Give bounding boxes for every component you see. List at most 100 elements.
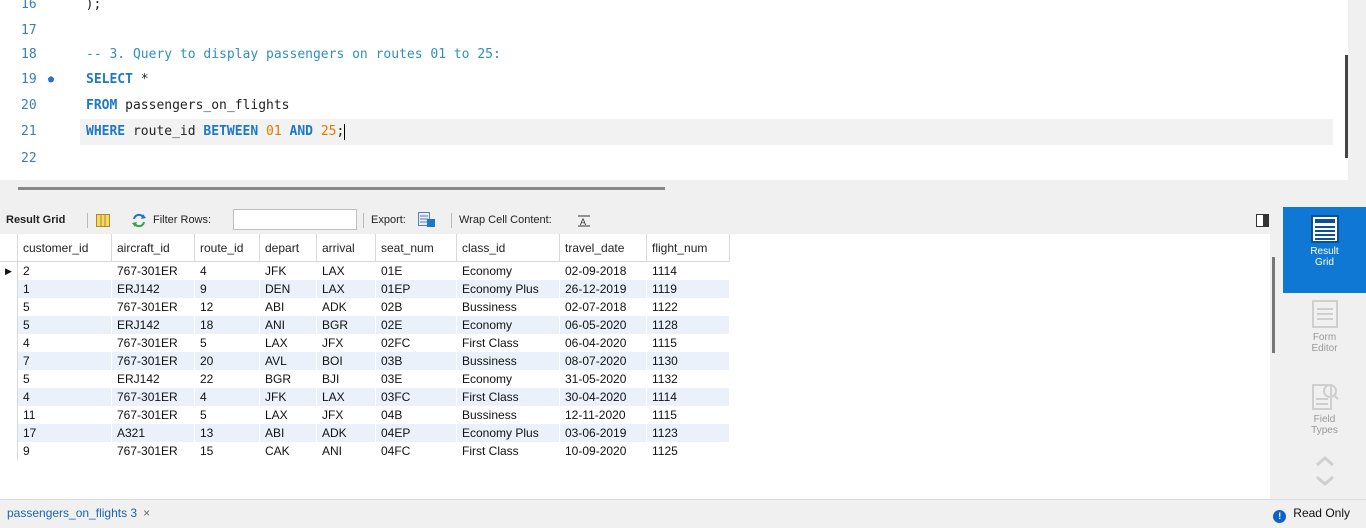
table-cell[interactable]: ERJ142 xyxy=(111,316,195,334)
table-cell[interactable]: AVL xyxy=(259,352,317,370)
table-cell[interactable]: 04FC xyxy=(375,442,457,460)
table-cell[interactable]: 02-07-2018 xyxy=(559,298,647,316)
table-row[interactable]: 5 767-301ER 12 ABI ADK 02B Bussiness 02-07-2018… xyxy=(0,298,730,316)
table-cell[interactable]: 12 xyxy=(194,298,260,316)
table-cell[interactable]: 06-04-2020 xyxy=(559,334,647,352)
table-cell[interactable]: 9 xyxy=(17,442,112,460)
editor-horizontal-scrollbar[interactable] xyxy=(18,187,665,190)
table-cell[interactable]: BGR xyxy=(259,370,317,388)
column-header[interactable]: travel_date xyxy=(559,234,647,262)
table-cell[interactable]: 1123 xyxy=(646,424,730,442)
table-cell[interactable]: 1115 xyxy=(646,406,730,424)
row-header[interactable] xyxy=(0,370,18,388)
table-cell[interactable]: 03-06-2019 xyxy=(559,424,647,442)
table-cell[interactable]: 1122 xyxy=(646,298,730,316)
table-cell[interactable]: 26-12-2019 xyxy=(559,280,647,298)
side-scroll-down-button[interactable] xyxy=(1283,475,1366,491)
column-header[interactable]: depart xyxy=(259,234,317,262)
table-cell[interactable]: ABI xyxy=(259,298,317,316)
column-header[interactable]: seat_num xyxy=(375,234,457,262)
table-cell[interactable]: 03E xyxy=(375,370,457,388)
column-header[interactable]: flight_num xyxy=(646,234,730,262)
table-cell[interactable]: 9 xyxy=(194,280,260,298)
table-cell[interactable]: JFX xyxy=(316,406,376,424)
table-cell[interactable]: 4 xyxy=(17,388,112,406)
table-cell[interactable]: 5 xyxy=(194,334,260,352)
table-cell[interactable]: DEN xyxy=(259,280,317,298)
table-cell[interactable]: LAX xyxy=(316,261,376,280)
column-header[interactable]: customer_id xyxy=(17,234,112,262)
row-header[interactable] xyxy=(0,334,18,352)
table-cell[interactable]: Bussiness xyxy=(456,352,560,370)
table-cell[interactable]: 02FC xyxy=(375,334,457,352)
table-cell[interactable]: 02B xyxy=(375,298,457,316)
table-row[interactable]: 4 767-301ER 5 LAX JFX 02FC First Class 06-04-20… xyxy=(0,334,730,352)
table-cell[interactable]: ADK xyxy=(316,424,376,442)
table-cell[interactable]: 4 xyxy=(194,261,260,280)
table-cell[interactable]: LAX xyxy=(259,406,317,424)
table-cell[interactable]: 1125 xyxy=(646,442,730,460)
table-cell[interactable]: Bussiness xyxy=(456,406,560,424)
table-cell[interactable]: 1130 xyxy=(646,352,730,370)
result-grid[interactable]: customer_id aircraft_id route_id depart … xyxy=(0,234,1270,499)
table-cell[interactable]: 20 xyxy=(194,352,260,370)
table-cell[interactable]: 767-301ER xyxy=(111,261,195,280)
table-cell[interactable]: JFK xyxy=(259,261,317,280)
wrap-text-icon[interactable]: A xyxy=(578,215,590,230)
row-header[interactable] xyxy=(0,424,18,442)
table-row[interactable]: 5 ERJ142 18 ANI BGR 02E Economy 06-05-2020 1128 xyxy=(0,316,730,334)
table-cell[interactable]: 04EP xyxy=(375,424,457,442)
table-cell[interactable]: 1119 xyxy=(646,280,730,298)
table-cell[interactable]: BGR xyxy=(316,316,376,334)
table-cell[interactable]: 03FC xyxy=(375,388,457,406)
table-cell[interactable]: First Class xyxy=(456,388,560,406)
table-cell[interactable]: 767-301ER xyxy=(111,388,195,406)
table-cell[interactable]: 11 xyxy=(17,406,112,424)
table-cell[interactable]: First Class xyxy=(456,442,560,460)
row-header[interactable] xyxy=(0,406,18,424)
table-cell[interactable]: 31-05-2020 xyxy=(559,370,647,388)
table-cell[interactable]: Economy xyxy=(456,370,560,388)
toggle-panel-icon[interactable] xyxy=(1256,214,1269,230)
table-cell[interactable]: BOI xyxy=(316,352,376,370)
table-cell[interactable]: CAK xyxy=(259,442,317,460)
table-cell[interactable]: 08-07-2020 xyxy=(559,352,647,370)
table-cell[interactable]: 03B xyxy=(375,352,457,370)
table-cell[interactable]: 1128 xyxy=(646,316,730,334)
table-row[interactable]: 4 767-301ER 4 JFK LAX 03FC First Class 30-04-20… xyxy=(0,388,730,406)
table-cell[interactable]: 01EP xyxy=(375,280,457,298)
table-cell[interactable]: 22 xyxy=(194,370,260,388)
side-scroll-up-button[interactable] xyxy=(1283,455,1366,471)
result-tab[interactable]: passengers_on_flights 3 × xyxy=(7,500,150,526)
table-cell[interactable]: A321 xyxy=(111,424,195,442)
table-cell[interactable]: ANI xyxy=(259,316,317,334)
table-cell[interactable]: Economy Plus xyxy=(456,424,560,442)
table-cell[interactable]: 5 xyxy=(194,406,260,424)
grid-view-icon[interactable] xyxy=(96,214,110,230)
table-cell[interactable]: LAX xyxy=(259,334,317,352)
row-header[interactable] xyxy=(0,298,18,316)
table-cell[interactable]: JFK xyxy=(259,388,317,406)
table-cell[interactable]: 767-301ER xyxy=(111,352,195,370)
table-cell[interactable]: ERJ142 xyxy=(111,280,195,298)
table-cell[interactable]: First Class xyxy=(456,334,560,352)
table-cell[interactable]: JFX xyxy=(316,334,376,352)
table-cell[interactable]: 12-11-2020 xyxy=(559,406,647,424)
table-row[interactable]: 5 ERJ142 22 BGR BJI 03E Economy 31-05-2020 1132 xyxy=(0,370,730,388)
table-cell[interactable]: 1114 xyxy=(646,261,730,280)
table-cell[interactable]: 02-09-2018 xyxy=(559,261,647,280)
column-header[interactable]: aircraft_id xyxy=(111,234,195,262)
table-cell[interactable]: 4 xyxy=(17,334,112,352)
table-cell[interactable]: 2 xyxy=(17,261,112,280)
side-field-types-button[interactable]: Field Types xyxy=(1283,381,1366,451)
close-icon[interactable]: × xyxy=(143,506,150,520)
row-header[interactable] xyxy=(0,280,18,298)
grid-vertical-scrollbar[interactable] xyxy=(1272,257,1275,353)
table-cell[interactable]: 1132 xyxy=(646,370,730,388)
row-header[interactable] xyxy=(0,388,18,406)
table-cell[interactable]: 30-04-2020 xyxy=(559,388,647,406)
table-cell[interactable]: ADK xyxy=(316,298,376,316)
table-cell[interactable]: 01E xyxy=(375,261,457,280)
table-cell[interactable]: 767-301ER xyxy=(111,334,195,352)
table-cell[interactable]: Bussiness xyxy=(456,298,560,316)
